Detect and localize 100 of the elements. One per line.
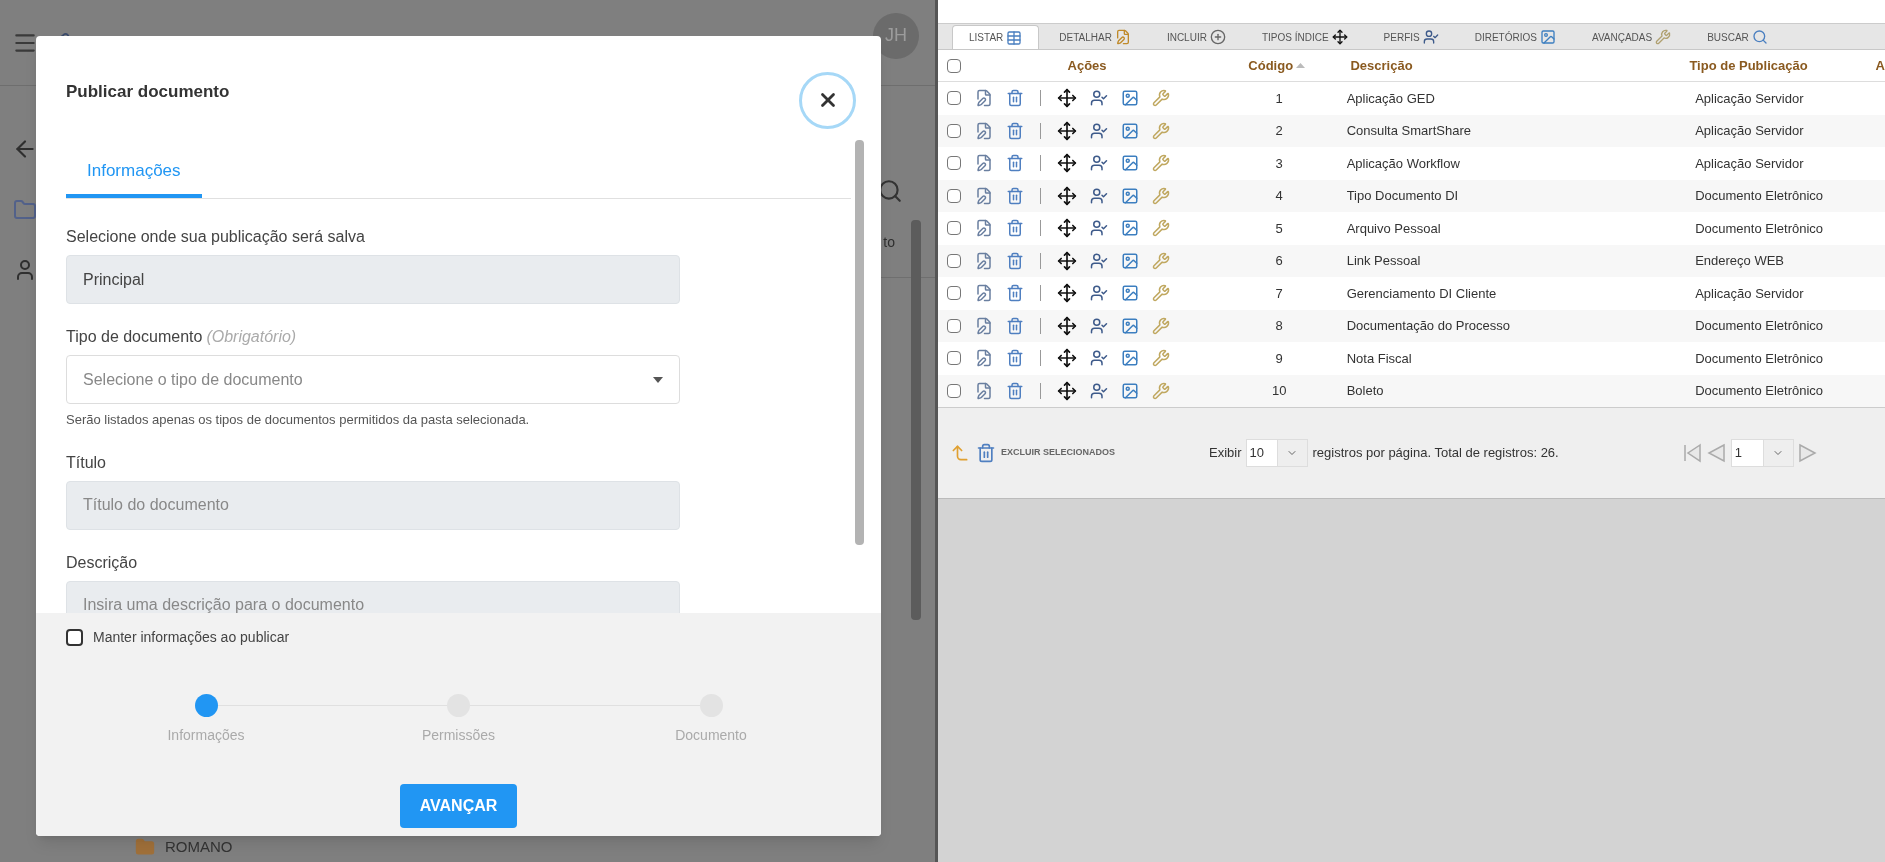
trash-icon[interactable] [976, 443, 996, 463]
edit-icon[interactable] [975, 381, 994, 400]
user-check-icon[interactable] [1090, 121, 1109, 140]
move-icon[interactable] [1057, 283, 1078, 304]
toolbar-tab[interactable]: DETALHAR [1043, 25, 1147, 49]
toolbar-tab[interactable]: LISTAR [952, 25, 1040, 49]
user-check-icon[interactable] [1090, 284, 1109, 303]
row-checkbox[interactable] [946, 156, 961, 171]
move-icon[interactable] [1057, 185, 1078, 206]
trash-icon[interactable] [1006, 381, 1025, 400]
column-header[interactable]: Ações [1067, 55, 1107, 76]
image-icon[interactable] [1121, 186, 1140, 205]
edit-icon[interactable] [975, 284, 994, 303]
scrollbar[interactable] [855, 140, 864, 545]
input-field[interactable]: Principal [66, 255, 680, 304]
image-icon[interactable] [1121, 121, 1140, 140]
user-check-icon[interactable] [1090, 89, 1109, 108]
page-size-select[interactable]: 10 [1245, 439, 1308, 467]
image-icon[interactable] [1121, 251, 1140, 270]
edit-icon[interactable] [975, 349, 994, 368]
keep-info-checkbox[interactable] [66, 629, 83, 646]
select-all-checkbox[interactable] [946, 58, 961, 73]
trash-icon[interactable] [1006, 219, 1025, 238]
trash-icon[interactable] [1006, 284, 1025, 303]
toolbar-tab[interactable]: TIPOS ÍNDICE [1245, 25, 1364, 49]
row-checkbox[interactable] [946, 221, 961, 236]
row-checkbox[interactable] [946, 286, 961, 301]
user-check-icon[interactable] [1090, 154, 1109, 173]
image-icon[interactable] [1121, 219, 1140, 238]
folder-icon[interactable] [13, 198, 37, 222]
image-icon[interactable] [1121, 89, 1140, 108]
user-check-icon[interactable] [1090, 349, 1109, 368]
move-icon[interactable] [1057, 120, 1078, 141]
edit-icon[interactable] [975, 186, 994, 205]
column-header[interactable]: Descrição [1350, 55, 1413, 76]
wrench-icon[interactable] [1152, 219, 1171, 238]
move-icon[interactable] [1057, 315, 1078, 336]
user-check-icon[interactable] [1090, 251, 1109, 270]
trash-icon[interactable] [1006, 154, 1025, 173]
toolbar-tab[interactable]: INCLUIR [1150, 25, 1242, 49]
trash-icon[interactable] [1006, 186, 1025, 205]
bulk-delete-link[interactable]: EXCLUIR SELECIONADOS [1001, 446, 1115, 460]
toolbar-tab[interactable]: PERFIS [1367, 25, 1455, 49]
wrench-icon[interactable] [1152, 284, 1171, 303]
toolbar-tab[interactable]: AVANÇADAS [1575, 25, 1688, 49]
row-checkbox[interactable] [946, 318, 961, 333]
edit-icon[interactable] [975, 251, 994, 270]
toolbar-tab[interactable]: DIRETÓRIOS [1458, 25, 1572, 49]
user-check-icon[interactable] [1090, 381, 1109, 400]
close-button[interactable] [799, 71, 856, 129]
dialog-tab[interactable]: Informações [66, 148, 202, 198]
folder-name[interactable]: ROMANO [165, 835, 233, 858]
image-icon[interactable] [1121, 349, 1140, 368]
row-checkbox[interactable] [946, 188, 961, 203]
move-icon[interactable] [1057, 348, 1078, 369]
document-type-select[interactable]: Selecione o tipo de documento [66, 355, 680, 404]
wrench-icon[interactable] [1152, 89, 1171, 108]
edit-icon[interactable] [975, 121, 994, 140]
row-checkbox[interactable] [946, 351, 961, 366]
move-icon[interactable] [1057, 153, 1078, 174]
row-checkbox[interactable] [946, 91, 961, 106]
column-header[interactable]: Código [1248, 55, 1294, 76]
column-header[interactable]: Tipo de Publicação [1689, 55, 1808, 76]
trash-icon[interactable] [1006, 316, 1025, 335]
edit-icon[interactable] [975, 89, 994, 108]
move-icon[interactable] [1057, 250, 1078, 271]
edit-icon[interactable] [975, 316, 994, 335]
trash-icon[interactable] [1006, 121, 1025, 140]
wrench-icon[interactable] [1152, 349, 1171, 368]
edit-icon[interactable] [975, 154, 994, 173]
move-icon[interactable] [1057, 380, 1078, 401]
user-check-icon[interactable] [1090, 316, 1109, 335]
wrench-icon[interactable] [1152, 154, 1171, 173]
wrench-icon[interactable] [1152, 121, 1171, 140]
edit-icon[interactable] [975, 219, 994, 238]
image-icon[interactable] [1121, 154, 1140, 173]
wrench-icon[interactable] [1152, 381, 1171, 400]
scrollbar[interactable] [911, 220, 921, 620]
wrench-icon[interactable] [1152, 186, 1171, 205]
wrench-icon[interactable] [1152, 251, 1171, 270]
image-icon[interactable] [1121, 284, 1140, 303]
table-cell: Aplicação Servidor [1695, 90, 1804, 106]
page-select[interactable]: 1 [1730, 439, 1794, 467]
row-checkbox[interactable] [946, 383, 961, 398]
image-icon[interactable] [1121, 381, 1140, 400]
user-check-icon[interactable] [1090, 186, 1109, 205]
next-button[interactable]: AVANÇAR [399, 784, 518, 828]
column-header[interactable]: A [1875, 55, 1885, 76]
move-icon[interactable] [1057, 88, 1078, 109]
wrench-icon[interactable] [1152, 316, 1171, 335]
trash-icon[interactable] [1006, 349, 1025, 368]
trash-icon[interactable] [1006, 251, 1025, 270]
toolbar-tab[interactable]: BUSCAR [1691, 25, 1784, 49]
input-field[interactable]: Insira uma descrição para o documento [66, 580, 680, 613]
row-checkbox[interactable] [946, 123, 961, 138]
row-checkbox[interactable] [946, 253, 961, 268]
move-icon[interactable] [1057, 218, 1078, 239]
image-icon[interactable] [1121, 316, 1140, 335]
user-check-icon[interactable] [1090, 219, 1109, 238]
trash-icon[interactable] [1006, 89, 1025, 108]
